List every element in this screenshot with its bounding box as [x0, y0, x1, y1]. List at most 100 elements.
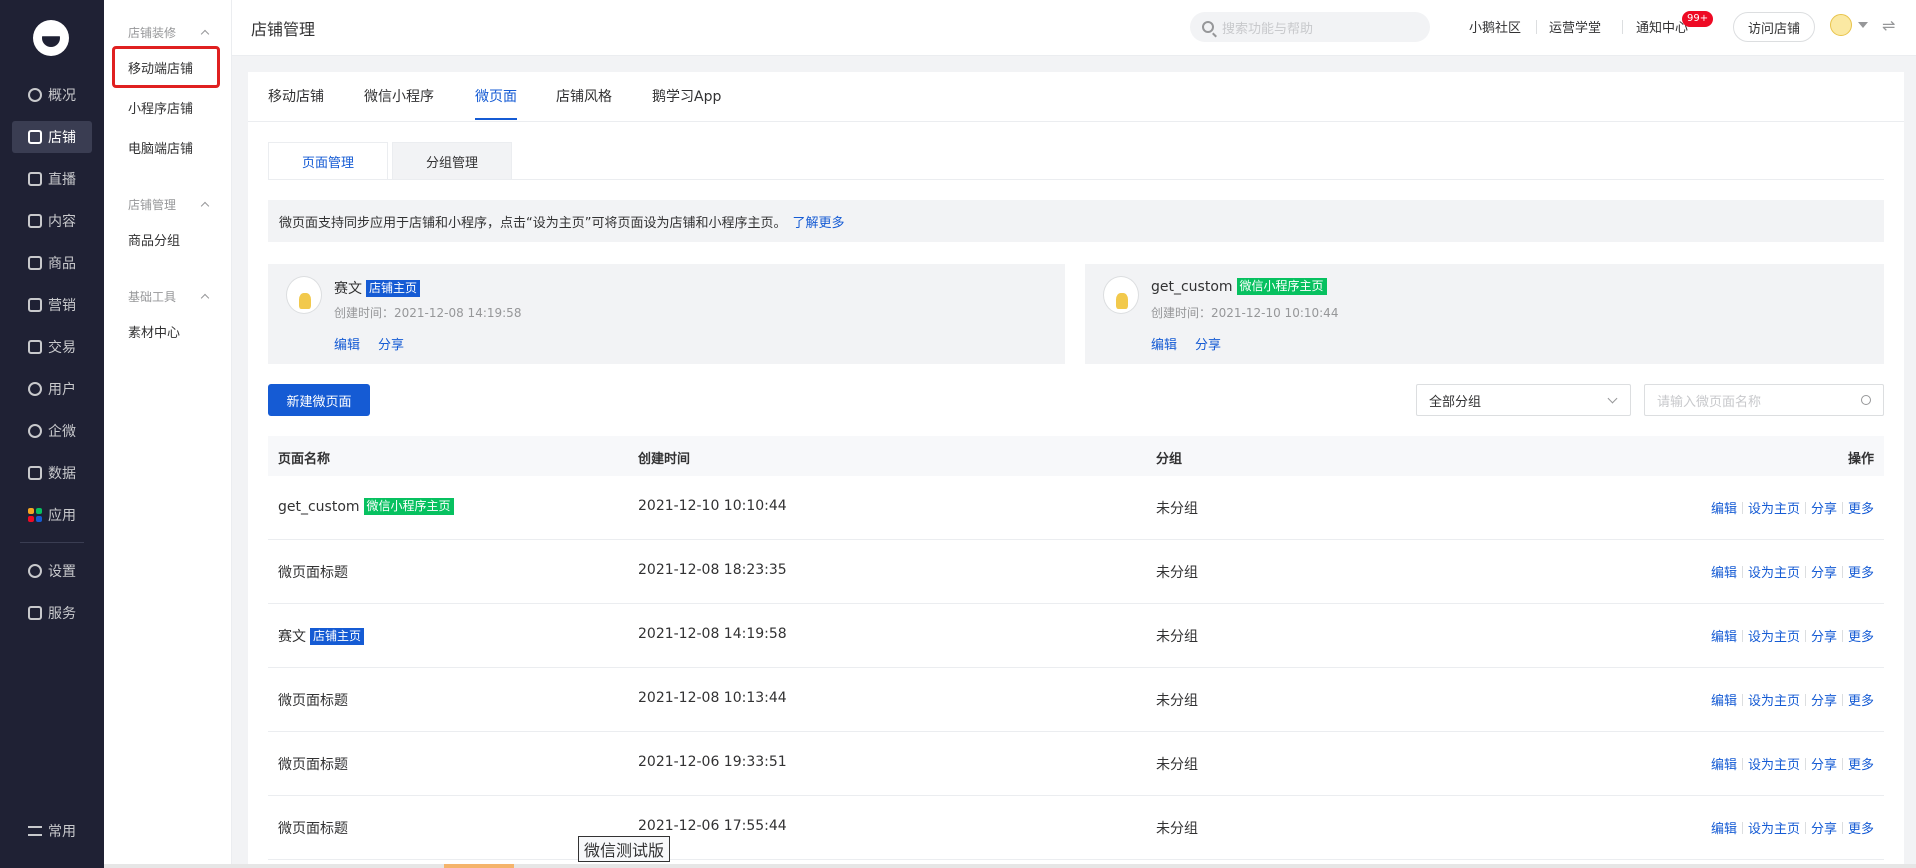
search-icon[interactable] — [1861, 395, 1871, 405]
edit-link[interactable]: 编辑 — [1711, 562, 1737, 581]
subnav-item-pc-shop[interactable]: 电脑端店铺 — [128, 138, 193, 157]
scrollbar[interactable] — [1904, 56, 1916, 868]
edit-link[interactable]: 编辑 — [1151, 334, 1177, 353]
edit-link[interactable]: 编辑 — [1711, 498, 1737, 517]
data-icon — [28, 466, 42, 480]
set-home-link[interactable]: 设为主页 — [1748, 562, 1800, 581]
tab-wechat-miniprogram[interactable]: 微信小程序 — [364, 86, 434, 106]
nav-item-data[interactable]: 数据 — [12, 457, 92, 489]
page-name: 微页面标题 — [278, 693, 348, 709]
active-tab-indicator — [475, 118, 517, 120]
tabs-divider — [248, 121, 1904, 122]
tab-mobile-shop[interactable]: 移动店铺 — [268, 86, 324, 106]
nav-item-goods[interactable]: 商品 — [12, 247, 92, 279]
swap-icon[interactable]: ⇌ — [1882, 16, 1898, 35]
shop-home-tag: 店铺主页 — [366, 279, 421, 297]
taskbar-indicator — [444, 864, 514, 868]
visit-shop-button[interactable]: 访问店铺 — [1733, 12, 1815, 42]
set-home-link[interactable]: 设为主页 — [1748, 626, 1800, 645]
subtab-page-management[interactable]: 页面管理 — [268, 142, 388, 180]
page-thumbnail — [286, 276, 322, 314]
chevron-up-icon — [200, 29, 210, 39]
subnav-group-management[interactable]: 店铺管理 — [128, 196, 210, 213]
nav-item-settings[interactable]: 设置 — [12, 555, 92, 587]
new-micro-page-button[interactable]: 新建微页面 — [268, 384, 370, 416]
divider — [1804, 565, 1806, 578]
row-actions: 编辑 设为主页 分享 更多 — [1711, 754, 1874, 773]
nav-item-apps[interactable]: 应用 — [12, 499, 92, 531]
nav-item-frequent[interactable]: 常用 — [12, 815, 92, 847]
nav-item-wecom[interactable]: 企微 — [12, 415, 92, 447]
horizontal-scrollbar[interactable] — [104, 864, 1916, 868]
group-filter-select[interactable]: 全部分组 — [1416, 384, 1631, 416]
edit-link[interactable]: 编辑 — [1711, 626, 1737, 645]
tab-learning-app[interactable]: 鹅学习App — [652, 86, 721, 106]
divider — [1841, 821, 1843, 834]
set-home-link[interactable]: 设为主页 — [1748, 818, 1800, 837]
nav-item-user[interactable]: 用户 — [12, 373, 92, 405]
more-link[interactable]: 更多 — [1848, 818, 1874, 837]
divider — [1841, 757, 1843, 770]
community-link[interactable]: 小鹅社区 — [1469, 17, 1521, 36]
learn-more-link[interactable]: 了解更多 — [792, 212, 844, 231]
subnav-group-tools[interactable]: 基础工具 — [128, 288, 210, 305]
nav-item-shop[interactable]: 店铺 — [12, 121, 92, 153]
nav-item-content[interactable]: 内容 — [12, 205, 92, 237]
share-link[interactable]: 分享 — [1811, 498, 1837, 517]
divider — [1741, 757, 1743, 770]
column-header-group: 分组 — [1156, 452, 1183, 467]
share-link[interactable]: 分享 — [1811, 754, 1837, 773]
nav-item-service[interactable]: 服务 — [12, 597, 92, 629]
academy-link[interactable]: 运营学堂 — [1549, 17, 1601, 36]
more-link[interactable]: 更多 — [1848, 626, 1874, 645]
share-link[interactable]: 分享 — [1811, 690, 1837, 709]
share-link[interactable]: 分享 — [1811, 562, 1837, 581]
group-cell: 未分组 — [1156, 629, 1198, 645]
more-link[interactable]: 更多 — [1848, 498, 1874, 517]
subnav-item-material-center[interactable]: 素材中心 — [128, 322, 180, 341]
page-name-cell: 微页面标题 — [278, 562, 348, 582]
edit-link[interactable]: 编辑 — [1711, 690, 1737, 709]
caret-down-icon[interactable] — [1858, 22, 1868, 28]
share-link[interactable]: 分享 — [1811, 818, 1837, 837]
more-link[interactable]: 更多 — [1848, 562, 1874, 581]
global-search-input[interactable]: 搜索功能与帮助 — [1190, 12, 1430, 42]
tab-micro-page[interactable]: 微页面 — [475, 86, 517, 106]
more-link[interactable]: 更多 — [1848, 690, 1874, 709]
notification-center-link[interactable]: 通知中心 — [1636, 17, 1688, 36]
group-cell: 未分组 — [1156, 693, 1198, 709]
row-actions: 编辑 设为主页 分享 更多 — [1711, 562, 1874, 581]
set-home-link[interactable]: 设为主页 — [1748, 754, 1800, 773]
subnav-item-miniprogram-shop[interactable]: 小程序店铺 — [128, 98, 193, 117]
divider — [1804, 757, 1806, 770]
share-link[interactable]: 分享 — [378, 334, 404, 353]
set-home-link[interactable]: 设为主页 — [1748, 690, 1800, 709]
nav-item-marketing[interactable]: 营销 — [12, 289, 92, 321]
edit-link[interactable]: 编辑 — [334, 334, 360, 353]
share-link[interactable]: 分享 — [1195, 334, 1221, 353]
divider — [1536, 20, 1537, 34]
subtab-group-management[interactable]: 分组管理 — [392, 142, 512, 180]
logo-icon[interactable] — [33, 20, 69, 56]
more-link[interactable]: 更多 — [1848, 754, 1874, 773]
subnav-item-goods-group[interactable]: 商品分组 — [128, 230, 180, 249]
edit-link[interactable]: 编辑 — [1711, 818, 1737, 837]
nav-item-overview[interactable]: 概况 — [12, 79, 92, 111]
page-name-cell: 微页面标题 — [278, 818, 348, 838]
nav-item-live[interactable]: 直播 — [12, 163, 92, 195]
created-time-cell: 2021-12-08 18:23:35 — [638, 562, 787, 578]
tab-shop-style[interactable]: 店铺风格 — [556, 86, 612, 106]
subnav-group-decoration[interactable]: 店铺装修 — [128, 24, 210, 41]
nav-item-trade[interactable]: 交易 — [12, 331, 92, 363]
row-actions: 编辑 设为主页 分享 更多 — [1711, 818, 1874, 837]
table-row: 微页面标题 2021-12-06 19:33:51 未分组 编辑 设为主页 分享 更多 — [268, 732, 1884, 796]
row-actions: 编辑 设为主页 分享 更多 — [1711, 626, 1874, 645]
page-name-search-input[interactable]: 请输入微页面名称 — [1644, 384, 1884, 416]
created-time: 创建时间：2021-12-10 10:10:44 — [1151, 306, 1339, 320]
notification-badge: 99+ — [1682, 11, 1714, 27]
set-home-link[interactable]: 设为主页 — [1748, 498, 1800, 517]
edit-link[interactable]: 编辑 — [1711, 754, 1737, 773]
share-link[interactable]: 分享 — [1811, 626, 1837, 645]
service-icon — [28, 606, 42, 620]
avatar[interactable] — [1830, 14, 1852, 36]
